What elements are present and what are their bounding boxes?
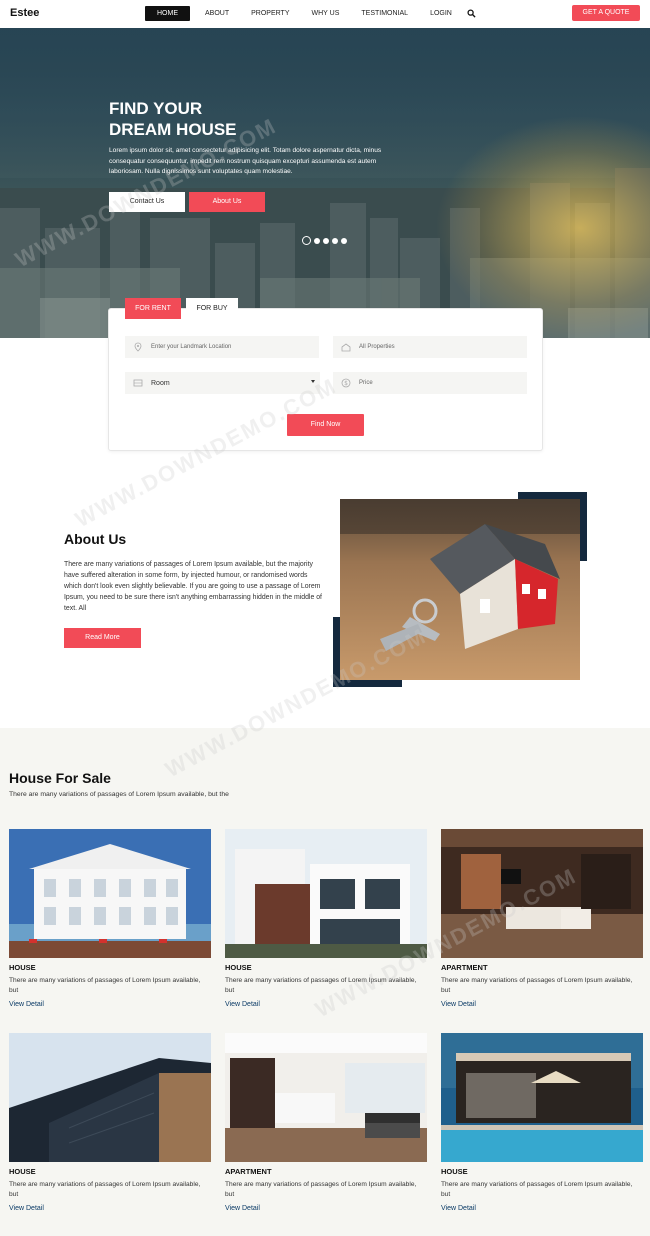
listing-description: There are many variations of passages of… [441,977,633,994]
properties-placeholder: All Properties [359,344,395,350]
listing-type: APARTMENT [441,963,488,972]
price-input[interactable]: $ Price [333,372,527,394]
view-detail-link[interactable]: View Detail [225,1205,427,1212]
listing-type: HOUSE [225,963,252,972]
carousel-dot-4[interactable] [332,237,338,244]
get-a-quote-button[interactable]: GET A QUOTE [572,5,640,21]
landmark-placeholder: Enter your Landmark Location [151,344,232,350]
view-detail-link[interactable]: View Detail [9,1001,211,1008]
site-header: Estee HOME ABOUT PROPERTY WHY US TESTIMO… [0,0,650,28]
nav-property[interactable]: PROPERTY [240,6,300,21]
listing-type: HOUSE [9,963,36,972]
listing-description: There are many variations of passages of… [9,1181,201,1198]
listing-card[interactable]: APARTMENT There are many variations of p… [441,829,643,1008]
house-keys-image [340,499,580,680]
landmark-input[interactable]: Enter your Landmark Location [125,336,319,358]
listing-card[interactable]: HOUSE There are many variations of passa… [9,829,211,1008]
listing-card[interactable]: APARTMENT There are many variations of p… [225,1033,427,1212]
svg-text:$: $ [344,380,348,387]
listing-description: There are many variations of passages of… [9,977,201,994]
about-text: There are many variations of passages of… [64,561,322,612]
carousel-dot-1[interactable] [302,236,311,245]
listing-card[interactable]: HOUSE There are many variations of passa… [9,1033,211,1212]
search-icon[interactable] [467,9,476,18]
sun-glow [0,28,650,338]
read-more-button[interactable]: Read More [64,628,141,648]
logo[interactable]: Estee [10,7,39,19]
nav-about[interactable]: ABOUT [194,6,240,21]
contact-us-button[interactable]: Contact Us [109,192,185,212]
hero-title-line-1: FIND YOUR [109,99,203,118]
hero-title-line-2: DREAM HOUSE [109,120,237,139]
listing-card[interactable]: HOUSE There are many variations of passa… [441,1033,643,1212]
carousel-dot-5[interactable] [341,237,347,244]
house-for-sale-section: House For Sale There are many variations… [0,728,650,1236]
nav-login[interactable]: LOGIN [419,6,463,21]
room-value: Room [151,379,170,387]
listing-image[interactable] [225,1033,427,1162]
about-title: About Us [64,531,127,547]
dollar-icon: $ [341,378,351,388]
listing-card[interactable]: HOUSE There are many variations of passa… [225,829,427,1008]
price-placeholder: Price [359,380,373,386]
tab-for-buy[interactable]: FOR BUY [186,298,238,319]
nav-why-us[interactable]: WHY US [301,6,351,21]
hero-title: FIND YOUR DREAM HOUSE [109,98,237,140]
room-icon [133,379,143,387]
listing-image[interactable] [9,1033,211,1162]
listing-description: There are many variations of passages of… [225,977,417,994]
hero-banner: FIND YOUR DREAM HOUSE Lorem ipsum dolor … [0,28,650,338]
listing-description: There are many variations of passages of… [225,1181,417,1198]
nav-home[interactable]: HOME [145,6,190,21]
listing-image[interactable] [9,829,211,958]
about-us-button[interactable]: About Us [189,192,265,212]
listings-title: House For Sale [9,770,111,786]
view-detail-link[interactable]: View Detail [441,1205,643,1212]
room-select[interactable]: Room [125,372,320,394]
view-detail-link[interactable]: View Detail [441,1001,643,1008]
listing-type: HOUSE [441,1167,468,1176]
listing-type: APARTMENT [225,1167,272,1176]
listing-image[interactable] [225,829,427,958]
carousel-dot-2[interactable] [314,237,320,244]
building-icon [341,343,351,352]
tab-for-rent[interactable]: FOR RENT [125,298,181,319]
nav-testimonial[interactable]: TESTIMONIAL [350,6,419,21]
carousel-indicators [302,236,350,245]
view-detail-link[interactable]: View Detail [9,1205,211,1212]
hero-description: Lorem ipsum dolor sit, amet consectetur … [109,147,382,175]
carousel-dot-3[interactable] [323,237,329,244]
properties-select[interactable]: All Properties [333,336,527,358]
listing-image[interactable] [441,829,643,958]
listing-image[interactable] [441,1033,643,1162]
listings-subtitle: There are many variations of passages of… [9,791,229,798]
page: Estee HOME ABOUT PROPERTY WHY US TESTIMO… [0,0,650,1236]
main-nav: HOME ABOUT PROPERTY WHY US TESTIMONIAL L… [145,6,476,21]
location-icon [134,342,142,352]
find-now-button[interactable]: Find Now [287,414,364,436]
listing-type: HOUSE [9,1167,36,1176]
chevron-down-icon [311,380,315,383]
view-detail-link[interactable]: View Detail [225,1001,427,1008]
listing-description: There are many variations of passages of… [441,1181,633,1198]
property-search-panel: Enter your Landmark Location All Propert… [108,308,543,451]
